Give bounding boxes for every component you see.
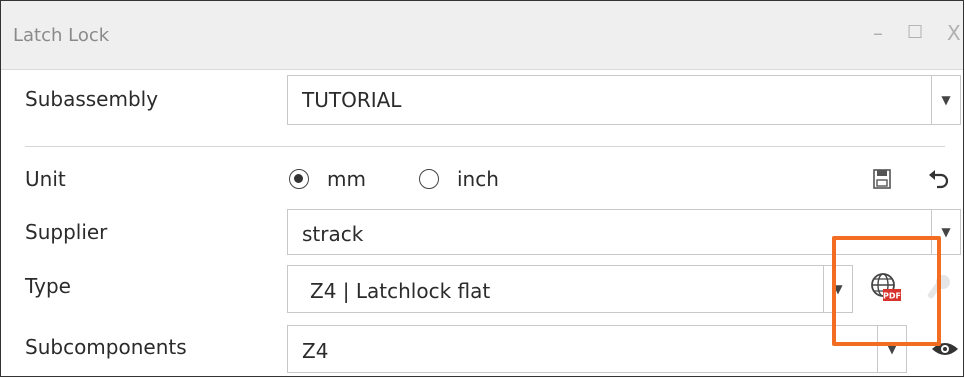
unit-inch-radio[interactable] <box>419 169 439 189</box>
save-icon[interactable] <box>873 169 891 193</box>
section-divider <box>25 146 945 147</box>
close-button[interactable]: X <box>947 23 961 43</box>
subassembly-value: TUTORIAL <box>302 88 402 112</box>
annotation-highlight-box <box>832 236 941 346</box>
latch-lock-window: Latch Lock – ☐ X Subassembly TUTORIAL ▼ … <box>0 0 964 377</box>
unit-mm-label: mm <box>327 167 366 191</box>
type-value: Z4 | Latchlock flat <box>310 279 491 303</box>
subcomponents-select[interactable]: Z4 ▼ <box>287 325 907 373</box>
maximize-button[interactable]: ☐ <box>907 23 923 43</box>
undo-icon[interactable] <box>927 169 951 193</box>
type-label: Type <box>25 274 71 298</box>
subassembly-select[interactable]: TUTORIAL ▼ <box>287 75 961 125</box>
subcomponents-label: Subcomponents <box>25 335 187 359</box>
subcomponents-value: Z4 <box>302 339 329 363</box>
subassembly-dropdown-arrow[interactable]: ▼ <box>931 76 960 124</box>
supplier-label: Supplier <box>25 220 108 244</box>
unit-label: Unit <box>25 167 66 191</box>
supplier-value: strack <box>302 222 364 246</box>
type-select[interactable]: Z4 | Latchlock flat ▼ <box>287 265 853 313</box>
unit-inch-label: inch <box>457 167 499 191</box>
window-title: Latch Lock <box>13 25 110 46</box>
unit-mm-radio[interactable] <box>289 169 309 189</box>
subassembly-label: Subassembly <box>25 87 159 111</box>
title-bar: Latch Lock – ☐ X <box>1 1 963 70</box>
minimize-button[interactable]: – <box>873 23 883 43</box>
